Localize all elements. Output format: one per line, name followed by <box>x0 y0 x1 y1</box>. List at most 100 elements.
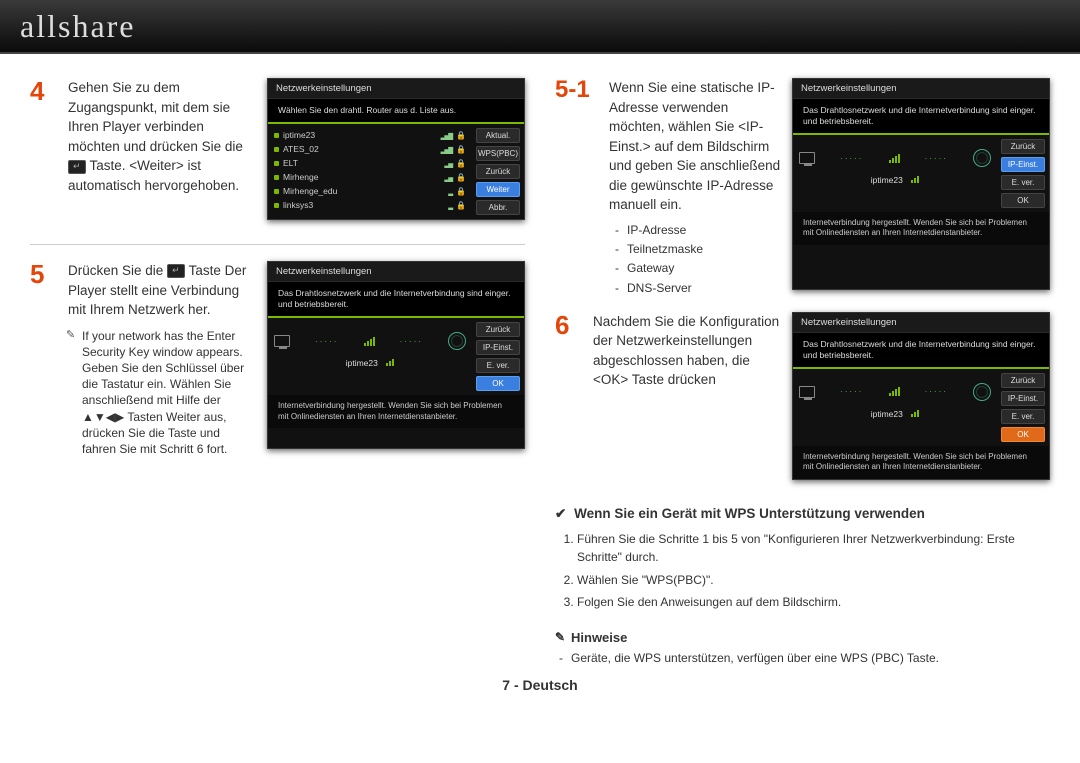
hints-body: Geräte, die WPS unterstützen, verfügen ü… <box>555 651 1050 665</box>
divider <box>30 244 525 245</box>
signal-icon <box>889 387 900 396</box>
back-button: Zurück <box>1001 373 1045 388</box>
ssid-label: iptime23 <box>274 354 466 372</box>
verify-button: E. ver. <box>1001 409 1045 424</box>
right-column: 5-1 Wenn Sie eine statische IP-Adresse v… <box>555 78 1050 665</box>
ssid-text: iptime23 <box>346 358 378 368</box>
connection-figure: ····· ····· <box>274 322 466 354</box>
back-button: Zurück <box>1001 139 1045 154</box>
screenshot-ip-settings: Netzwerkeinstellungen Das Drahtlosnetzwe… <box>792 78 1050 290</box>
list-item: Wählen Sie "WPS(PBC)". <box>577 571 1050 590</box>
screenshot-connected: Netzwerkeinstellungen Das Drahtlosnetzwe… <box>267 261 525 449</box>
step-number: 5 <box>30 261 56 457</box>
wps-section-heading: ✔ Wenn Sie ein Gerät mit WPS Unterstützu… <box>555 506 1050 522</box>
step-6: 6 Nachdem Sie die Konfiguration der Netz… <box>555 312 1050 488</box>
ok-button: OK <box>1001 193 1045 208</box>
connection-figure: ····· ····· <box>799 373 991 405</box>
refresh-button: Aktual. <box>476 128 520 143</box>
list-item: Folgen Sie den Anweisungen auf dem Bilds… <box>577 593 1050 612</box>
lock-icon: 🔒 <box>456 145 466 154</box>
verify-button: E. ver. <box>1001 175 1045 190</box>
ok-button: OK <box>476 376 520 391</box>
list-item: DNS-Server <box>627 279 782 298</box>
mini-subtitle: Das Drahtlosnetzwerk und die Internetver… <box>268 282 524 318</box>
verify-button: E. ver. <box>476 358 520 373</box>
ssid-text: iptime23 <box>871 409 903 419</box>
globe-icon <box>973 383 991 401</box>
text-segment: Gehen Sie zu dem Zugangspunkt, mit dem s… <box>68 80 243 154</box>
pc-icon <box>799 152 815 164</box>
connection-line: ····· <box>298 337 356 346</box>
network-item: iptime23 <box>283 130 437 140</box>
ip-settings-button: IP-Einst. <box>476 340 520 355</box>
mini-subtitle: Das Drahtlosnetzwerk und die Internetver… <box>793 99 1049 135</box>
cancel-button: Abbr. <box>476 200 520 215</box>
network-item: Mirhenge <box>283 172 440 182</box>
step-text: Wenn Sie eine statische IP-Adresse verwe… <box>609 78 782 215</box>
mini-message: Internetverbindung hergestellt. Wenden S… <box>268 395 524 428</box>
step-5: 5 Drücken Sie die Taste Der Player stell… <box>30 261 525 457</box>
mini-sidebar: Zurück IP-Einst. E. ver. OK <box>997 369 1049 446</box>
connection-figure: ····· ····· <box>799 139 991 171</box>
network-item: Mirhenge_edu <box>283 186 444 196</box>
list-item: Teilnetzmaske <box>627 240 782 259</box>
signal-icon: ▂▄▆ <box>441 145 452 154</box>
signal-icon: ▂ <box>448 201 452 210</box>
step-text: Drücken Sie die Taste Der Player stellt … <box>68 261 257 320</box>
back-button: Zurück <box>476 322 520 337</box>
hints-heading: Hinweise <box>555 630 1050 645</box>
screenshot-ok: Netzwerkeinstellungen Das Drahtlosnetzwe… <box>792 312 1050 480</box>
left-column: 4 Gehen Sie zu dem Zugangspunkt, mit dem… <box>30 78 525 665</box>
list-item: Führen Sie die Schritte 1 bis 5 von "Kon… <box>577 530 1050 567</box>
network-list: iptime23 ▂▄▆ 🔒 ATES_02 ▂▄▆ 🔒 ELT ▂▄ 🔒 Mirhenge… <box>268 124 472 219</box>
lock-icon: 🔒 <box>456 159 466 168</box>
mini-title: Netzwerkeinstellungen <box>793 313 1049 333</box>
ssid-label: iptime23 <box>799 405 991 423</box>
mini-message: Internetverbindung hergestellt. Wenden S… <box>793 212 1049 245</box>
pc-icon <box>799 386 815 398</box>
page-footer: 7 - Deutsch <box>0 677 1080 693</box>
next-button: Weiter <box>476 182 520 197</box>
ssid-text: iptime23 <box>871 175 903 185</box>
wps-steps-list: Führen Sie die Schritte 1 bis 5 von "Kon… <box>555 530 1050 612</box>
ssid-label: iptime23 <box>799 171 991 189</box>
ip-settings-button: IP-Einst. <box>1001 391 1045 406</box>
network-item: ATES_02 <box>283 144 437 154</box>
globe-icon <box>973 149 991 167</box>
screenshot-network-list: Netzwerkeinstellungen Wählen Sie den dra… <box>267 78 525 220</box>
signal-icon <box>889 154 900 163</box>
signal-icon: ▂▄ <box>444 173 452 182</box>
signal-icon <box>364 337 375 346</box>
check-icon: ✔ <box>555 506 566 521</box>
mini-title: Netzwerkeinstellungen <box>268 79 524 99</box>
step-number: 5-1 <box>555 78 597 298</box>
text-segment: Drücken Sie die <box>68 263 167 278</box>
lock-icon: 🔒 <box>456 187 466 196</box>
ok-button: OK <box>1001 427 1045 442</box>
list-item: IP-Adresse <box>627 221 782 240</box>
pc-icon <box>274 335 290 347</box>
step-number: 6 <box>555 312 581 488</box>
ip-settings-button: IP-Einst. <box>1001 157 1045 172</box>
mini-title: Netzwerkeinstellungen <box>268 262 524 282</box>
enter-button-icon <box>68 160 86 174</box>
page-header: allshare <box>0 0 1080 54</box>
mini-sidebar: Aktual. WPS(PBC) Zurück Weiter Abbr. <box>472 124 524 219</box>
step-text: Gehen Sie zu dem Zugangspunkt, mit dem s… <box>68 78 257 228</box>
heading-text: Wenn Sie ein Gerät mit WPS Unterstützung… <box>574 506 925 521</box>
connection-line: ····· <box>383 337 441 346</box>
mini-message: Internetverbindung hergestellt. Wenden S… <box>793 446 1049 479</box>
enter-button-icon <box>167 264 185 278</box>
wps-button: WPS(PBC) <box>476 146 520 161</box>
allshare-logo: allshare <box>20 8 136 45</box>
mini-title: Netzwerkeinstellungen <box>793 79 1049 99</box>
signal-icon: ▂ <box>448 187 452 196</box>
text-segment: Taste. <Weiter> ist automatisch hervorge… <box>68 158 239 193</box>
signal-icon: ▂▄▆ <box>441 131 452 140</box>
step-number: 4 <box>30 78 56 228</box>
step-text: Nachdem Sie die Konfiguration der Netzwe… <box>593 312 782 488</box>
mini-sidebar: Zurück IP-Einst. E. ver. OK <box>472 318 524 395</box>
network-item: ELT <box>283 158 440 168</box>
step-note: If your network has the Enter Security K… <box>68 328 257 458</box>
globe-icon <box>448 332 466 350</box>
